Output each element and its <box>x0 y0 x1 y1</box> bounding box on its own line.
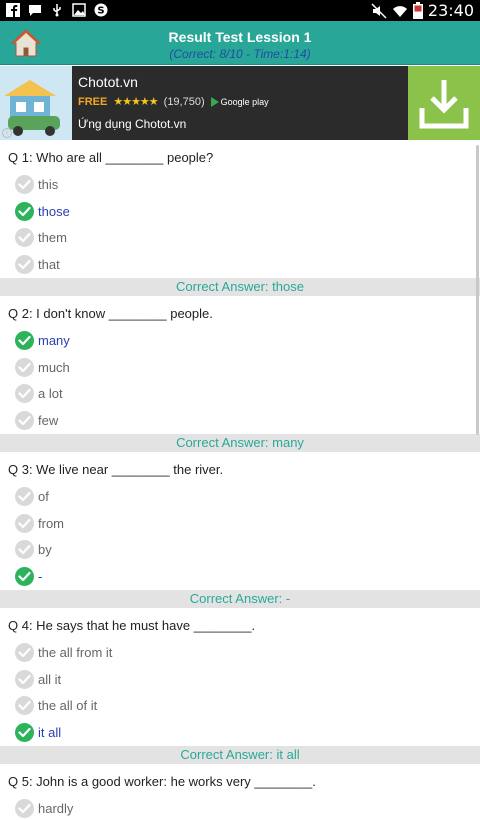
option-label: many <box>38 333 70 348</box>
option-label: much <box>38 359 70 375</box>
answer-option[interactable]: them <box>0 223 480 250</box>
correct-answer-bar: Correct Answer: it all <box>0 746 480 764</box>
check-circle-outline-icon <box>15 357 34 377</box>
answer-option[interactable]: by <box>0 535 480 562</box>
app-header: Result Test Lession 1 (Correct: 8/10 - T… <box>0 21 480 65</box>
check-circle-icon <box>15 722 34 742</box>
scrollbar[interactable] <box>476 145 479 435</box>
download-icon <box>419 80 469 129</box>
option-label: it all <box>38 724 62 740</box>
google-play-badge: Google play <box>210 96 269 107</box>
check-circle-outline-icon <box>15 228 34 247</box>
question-text: Q 1: Who are all ________ people? <box>8 150 214 165</box>
answer-option[interactable]: those <box>0 197 480 224</box>
correct-answer-bar: Correct Answer: - <box>0 590 480 608</box>
answer-option[interactable]: few <box>0 406 480 433</box>
option-label: that <box>38 256 60 272</box>
google-play-label: Google play <box>220 96 269 107</box>
image-icon <box>72 3 86 17</box>
check-circle-outline-icon <box>15 696 34 715</box>
status-bar: S 23:40 <box>0 0 480 21</box>
correct-answer-bar: Correct Answer: many <box>0 434 480 452</box>
result-summary: (Correct: 8/10 - Time:1:14) <box>169 47 311 61</box>
message-icon <box>29 5 41 16</box>
ad-banner[interactable]: i Chotot.vn FREE ★★★★★ (19,750) Google p… <box>0 66 480 140</box>
option-label: them <box>38 230 67 245</box>
option-label: by <box>38 542 52 557</box>
check-circle-outline-icon <box>15 384 34 403</box>
answer-option[interactable]: this <box>0 170 480 197</box>
check-circle-icon <box>15 566 34 586</box>
answer-option[interactable]: the all from it <box>0 638 480 665</box>
mute-icon <box>371 2 387 19</box>
ad-app-name: Chotot.vn <box>78 74 138 90</box>
option-label: this <box>38 177 59 192</box>
option-label: hardly <box>38 801 74 816</box>
answer-option[interactable]: a lot <box>0 379 480 406</box>
answer-option[interactable]: it all <box>0 718 480 745</box>
check-circle-outline-icon <box>15 410 34 430</box>
ad-price: FREE <box>78 95 108 108</box>
ad-description: Ứng dụng Chotot.vn <box>78 117 187 131</box>
option-label: of <box>38 489 49 504</box>
answer-option[interactable]: the all of it <box>0 691 480 718</box>
ad-download-button[interactable] <box>408 66 480 140</box>
check-circle-outline-icon <box>15 799 34 818</box>
option-label: the all from it <box>38 645 113 660</box>
answer-option[interactable]: many <box>0 326 480 353</box>
option-label: all it <box>38 671 62 687</box>
answer-option[interactable]: all it <box>0 665 480 692</box>
google-play-icon <box>210 96 219 107</box>
option-label: those <box>38 203 70 219</box>
answer-option[interactable]: much <box>0 353 480 380</box>
ad-info-icon[interactable]: i <box>2 128 12 138</box>
ad-rating-stars: ★★★★★ <box>113 96 158 108</box>
check-circle-outline-icon <box>15 175 34 194</box>
answer-option[interactable]: hardly <box>0 794 480 820</box>
usb-icon <box>53 4 61 17</box>
question-text: Q 5: John is a good worker: he works ver… <box>8 774 316 789</box>
ad-rating-count: (19,750) <box>163 95 205 108</box>
option-label: the all of it <box>38 698 98 713</box>
correct-answer-bar: Correct Answer: those <box>0 278 480 296</box>
answer-option[interactable]: that <box>0 250 480 277</box>
svg-text:S: S <box>97 6 104 17</box>
check-circle-outline-icon <box>15 643 34 662</box>
wifi-icon <box>392 5 407 17</box>
question-text: Q 4: He says that he must have ________. <box>8 618 256 633</box>
check-circle-outline-icon <box>15 540 34 559</box>
status-time: 23:40 <box>427 1 474 20</box>
option-label: from <box>38 515 64 531</box>
check-circle-outline-icon <box>15 669 34 689</box>
skype-icon: S <box>94 3 108 17</box>
battery-icon <box>412 2 423 19</box>
facebook-icon <box>6 3 20 17</box>
option-label: a lot <box>38 386 63 401</box>
check-circle-icon <box>15 331 34 350</box>
results-list: Q 1: Who are all ________ people? this tho… <box>0 140 480 820</box>
option-label: few <box>38 412 59 428</box>
answer-option[interactable]: from <box>0 509 480 536</box>
check-circle-outline-icon <box>15 513 34 533</box>
question-text: Q 2: I don't know ________ people. <box>8 306 213 321</box>
check-circle-icon <box>15 201 34 221</box>
question-text: Q 3: We live near ________ the river. <box>8 462 224 477</box>
page-title: Result Test Lession 1 <box>168 29 312 45</box>
option-label: - <box>38 568 43 584</box>
answer-option[interactable]: of <box>0 482 480 509</box>
answer-option[interactable]: - <box>0 562 480 589</box>
check-circle-outline-icon <box>15 487 34 506</box>
check-circle-outline-icon <box>15 254 34 274</box>
